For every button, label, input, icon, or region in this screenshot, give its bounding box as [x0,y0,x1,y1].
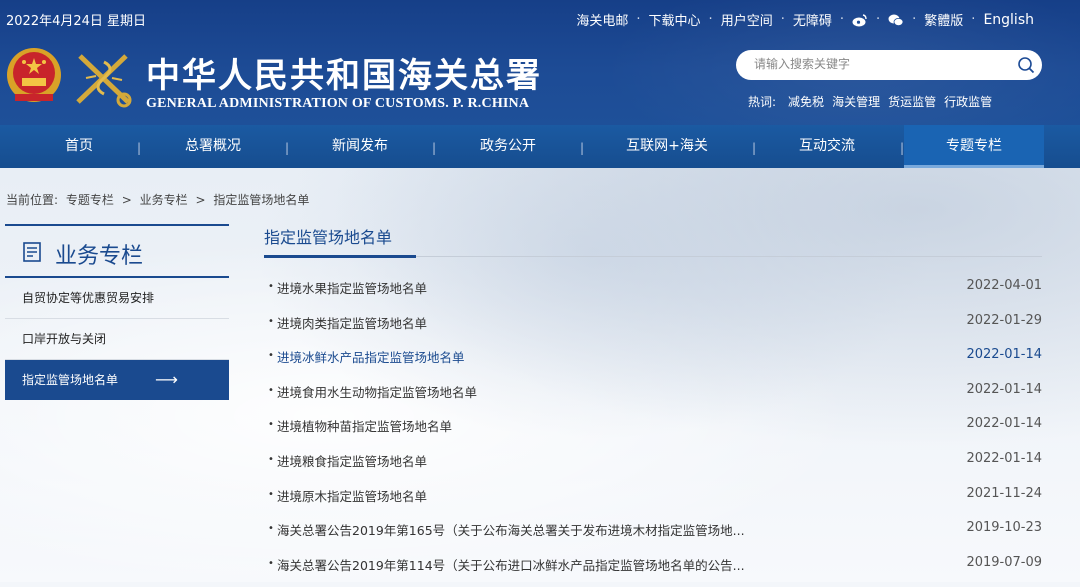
hot-words: 热词: 减免税 海关管理 货运监管 行政监管 [748,93,1000,110]
bullet-icon: • [268,281,274,292]
nav-item-interaction[interactable]: 互动交流 [752,125,902,168]
list-item-title[interactable]: 进境水果指定监管场地名单 [277,278,427,297]
breadcrumb: 当前位置: 专题专栏 > 业务专栏 > 指定监管场地名单 [6,191,313,208]
bullet-icon: • [268,557,274,569]
hot-word[interactable]: 行政监管 [944,93,992,110]
list-item-title[interactable]: 海关总署公告2019年第114号（关于公布进口冰鲜水产品指定监管场地名单的公告.… [277,555,745,574]
site-title-en: GENERAL ADMINISTRATION OF CUSTOMS. P. R.… [146,96,530,111]
separator: · [636,12,641,27]
list-item-date: 2022-01-29 [966,312,1042,328]
list-item[interactable]: • 进境植物种苗指定监管场地名单 2022-01-14 [264,414,1042,449]
search-icon[interactable] [1016,55,1036,75]
traditional-chinese-link[interactable]: 繁體版 [924,10,963,29]
title-underline [264,255,416,258]
bullet-icon: • [268,523,274,535]
list-item-title[interactable]: 海关总署公告2019年第165号（关于公布海关总署关于发布进境木材指定监管场地.… [277,520,745,539]
sidebar-item-designated-sites[interactable]: 指定监管场地名单 ⟶ [5,360,229,400]
sidebar: 业务专栏 自贸协定等优惠贸易安排 口岸开放与关闭 指定监管场地名单 ⟶ [5,224,229,400]
list-item-date: 2022-01-14 [966,416,1042,432]
sidebar-header: 业务专栏 [5,224,229,278]
separator: · [971,12,976,27]
list-item-title[interactable]: 进境肉类指定监管场地名单 [277,313,427,332]
list-item[interactable]: • 进境食用水生动物指定监管场地名单 2022-01-14 [264,380,1042,415]
separator: · [780,12,785,27]
list-item[interactable]: • 进境原木指定监管场地名单 2021-11-24 [264,484,1042,519]
breadcrumb-link[interactable]: 业务专栏 [140,193,188,207]
hot-word[interactable]: 海关管理 [832,93,880,110]
hot-word[interactable]: 减免税 [788,93,824,110]
list-item[interactable]: • 海关总署公告2019年第165号（关于公布海关总署关于发布进境木材指定监管场地… [264,518,1042,553]
breadcrumb-label: 当前位置: [6,193,59,207]
nav-item-home[interactable]: 首页 [0,125,158,168]
list-item-date: 2022-01-14 [966,347,1042,363]
sidebar-item-fta[interactable]: 自贸协定等优惠贸易安排 [5,278,229,319]
arrow-right-icon: ⟶ [155,370,178,389]
list-item-date: 2022-01-14 [966,381,1042,397]
wechat-icon[interactable] [888,13,904,27]
customs-emblem-icon [76,54,132,108]
list-item-title[interactable]: 进境食用水生动物指定监管场地名单 [277,382,477,401]
sidebar-item-label: 指定监管场地名单 [22,373,119,387]
search-input[interactable] [752,56,1006,72]
hot-words-label: 热词: [748,95,777,109]
list-item[interactable]: • 进境水果指定监管场地名单 2022-04-01 [264,276,1042,311]
current-date: 2022年4月24日 星期日 [6,14,147,29]
national-emblem-icon [7,48,61,102]
nav-item-government-affairs[interactable]: 政务公开 [434,125,582,168]
list-item[interactable]: • 进境肉类指定监管场地名单 2022-01-29 [264,311,1042,346]
main-nav: 首页 | 总署概况 | 新闻发布 | 政务公开 | 互联网+海关 | 互动交流 … [0,125,1080,168]
sidebar-item-ports[interactable]: 口岸开放与关闭 [5,319,229,360]
list-item-date: 2019-10-23 [966,520,1042,536]
nav-item-overview[interactable]: 总署概况 [138,125,288,168]
hot-word[interactable]: 货运监管 [888,93,936,110]
sidebar-item-label: 口岸开放与关闭 [22,332,107,346]
page-title: 指定监管场地名单 [264,228,393,247]
list-item-date: 2022-04-01 [966,278,1042,293]
separator: · [839,12,844,27]
english-link[interactable]: English [983,12,1034,28]
list-item-title[interactable]: 进境植物种苗指定监管场地名单 [277,416,452,435]
list-item[interactable]: • 进境冰鲜水产品指定监管场地名单 2022-01-14 [264,345,1042,380]
bullet-icon: • [268,384,274,396]
separator: · [912,12,917,27]
sidebar-title: 业务专栏 [55,244,144,269]
list-item-title[interactable]: 进境冰鲜水产品指定监管场地名单 [277,347,465,366]
top-links: 海关电邮 · 下载中心 · 用户空间 · 无障碍 · · · 繁體版 · Eng… [576,10,1034,30]
list-item-date: 2022-01-14 [966,450,1042,466]
nav-item-internet-customs[interactable]: 互联网+海关 [582,125,752,168]
bullet-icon: • [268,453,274,465]
bullet-icon: • [268,315,274,327]
breadcrumb-separator: > [195,193,206,207]
list-item-date: 2019-07-09 [966,554,1042,570]
download-link[interactable]: 下载中心 [649,10,701,29]
separator: · [876,12,881,27]
list-item-title[interactable]: 进境原木指定监管场地名单 [277,486,427,505]
breadcrumb-separator: > [121,193,132,207]
search-box [736,50,1042,80]
user-space-link[interactable]: 用户空间 [721,10,773,29]
list-item-date: 2021-11-24 [966,485,1042,501]
list-item-title[interactable]: 进境粮食指定监管场地名单 [277,451,427,470]
site-title-cn: 中华人民共和国海关总署 [146,56,542,96]
separator: · [708,12,713,27]
breadcrumb-current: 指定监管场地名单 [213,193,310,207]
main-content: 指定监管场地名单 • 进境水果指定监管场地名单 2022-04-01 • 进境肉类指定… [264,224,1042,573]
list-item[interactable]: • 进境粮食指定监管场地名单 2022-01-14 [264,449,1042,484]
email-link[interactable]: 海关电邮 [576,10,628,29]
bullet-icon: • [268,350,274,362]
nav-item-special-topics[interactable]: 专题专栏 [904,125,1044,168]
sidebar-item-label: 自贸协定等优惠贸易安排 [22,291,155,305]
bullet-icon: • [268,488,274,500]
document-icon [23,242,41,262]
weibo-icon[interactable] [852,13,868,27]
breadcrumb-link[interactable]: 专题专栏 [66,193,114,207]
nav-item-news[interactable]: 新闻发布 [286,125,434,168]
site-header: 2022年4月24日 星期日 海关电邮 · 下载中心 · 用户空间 · 无障碍 … [0,0,1080,125]
notice-list: • 进境水果指定监管场地名单 2022-04-01 • 进境肉类指定监管场地名单 202… [264,276,1042,587]
bullet-icon: • [268,419,274,431]
accessibility-link[interactable]: 无障碍 [793,10,832,29]
